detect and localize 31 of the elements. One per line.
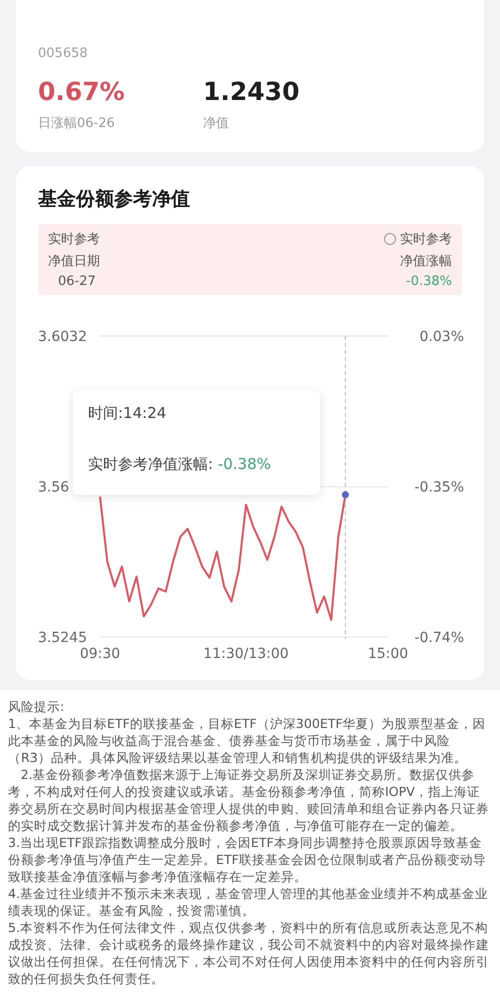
section-title: 基金份额参考净值 bbox=[37, 187, 191, 212]
disclaimer-paragraph: 3.当出现ETF跟踪指数调整成分股时，会因ETF本身同步调整持仓股票原因导致基金份额参考净值与净值产生一定差异。ETF联接基金会因仓位限制或者产品份额变动导致联接基金净值涨幅与参考净值涨幅存在一定差异。 bbox=[8, 834, 487, 885]
reference-text: 实时参考 bbox=[400, 231, 452, 248]
stat-label: 日涨幅06-26 bbox=[38, 115, 116, 132]
tooltip-change: 实时参考净值涨幅: -0.38% bbox=[88, 455, 272, 474]
fund-code: 005658 bbox=[38, 46, 89, 61]
axis-label: -0.74% bbox=[414, 630, 464, 646]
reference-text: -0.38% bbox=[406, 274, 452, 289]
disclaimer-paragraph: 5.本资料不作为任何法律文件，观点仅供参考，资料中的所有信息或所表达意见不构成投资、法律、会计或税务的最终操作建议，我公司不就资料中的内容对最终操作建议做出任何担保。在任何情况下，本公司不对任何人因使用本资料中的任何内容所引致的任何损失负任何责任。 bbox=[8, 919, 490, 987]
stat-value: 0.67% bbox=[38, 77, 126, 106]
help-icon[interactable] bbox=[384, 233, 396, 245]
stat-value: 1.2430 bbox=[203, 77, 300, 106]
disclaimer-paragraph: 1、本基金为目标ETF的联接基金，目标ETF（沪深300ETF华夏）为股票型基金，因此本基金的风险与收益高于混合基金、债券基金与货币市场基金，属于中风险（R3）品种。具体风险评级结果以基金管理人和销售机构提供的评级结果为准。 bbox=[8, 715, 487, 766]
axis-label: 15:00 bbox=[368, 646, 408, 662]
axis-label: -0.35% bbox=[414, 480, 464, 496]
axis-label: 11:30/13:00 bbox=[203, 646, 289, 662]
disclaimer-paragraph: 2.基金份额参考净值数据来源于上海证券交易所及深圳证券交易所。数据仅供参考，不构成对任何人的投资建议或承诺。基金份额参考净值，简称IOPV，指上海证券交易所在交易时间内根据基金管理人提供的申购、赎回清单和组合证券内各只证券的实时成交数据计算并发布的基金份额参考净值，与净值可能存在一定的偏差。 bbox=[8, 766, 490, 834]
axis-label: 3.5245 bbox=[38, 630, 87, 646]
axis-label: 3.6032 bbox=[38, 329, 87, 345]
reference-text: 实时参考 bbox=[48, 231, 100, 248]
reference-text: 净值日期 bbox=[48, 253, 100, 270]
axis-label: 3.56 bbox=[38, 480, 70, 496]
cursor-dot bbox=[342, 491, 349, 498]
disclaimer-paragraph: 4.基金过往业绩并不预示未来表现，基金管理人管理的其他基金业绩并不构成基金业绩表现的保证。基金有风险，投资需谨慎。 bbox=[8, 885, 490, 919]
tooltip-time: 时间:14:24 bbox=[88, 404, 168, 423]
axis-label: 0.03% bbox=[420, 329, 464, 345]
disclaimer-title: 风险提示: bbox=[8, 698, 66, 715]
reference-text: 06-27 bbox=[57, 274, 96, 289]
axis-label: 09:30 bbox=[80, 646, 120, 662]
stat-label: 净值 bbox=[203, 115, 230, 132]
reference-text: 净值涨幅 bbox=[400, 253, 452, 270]
